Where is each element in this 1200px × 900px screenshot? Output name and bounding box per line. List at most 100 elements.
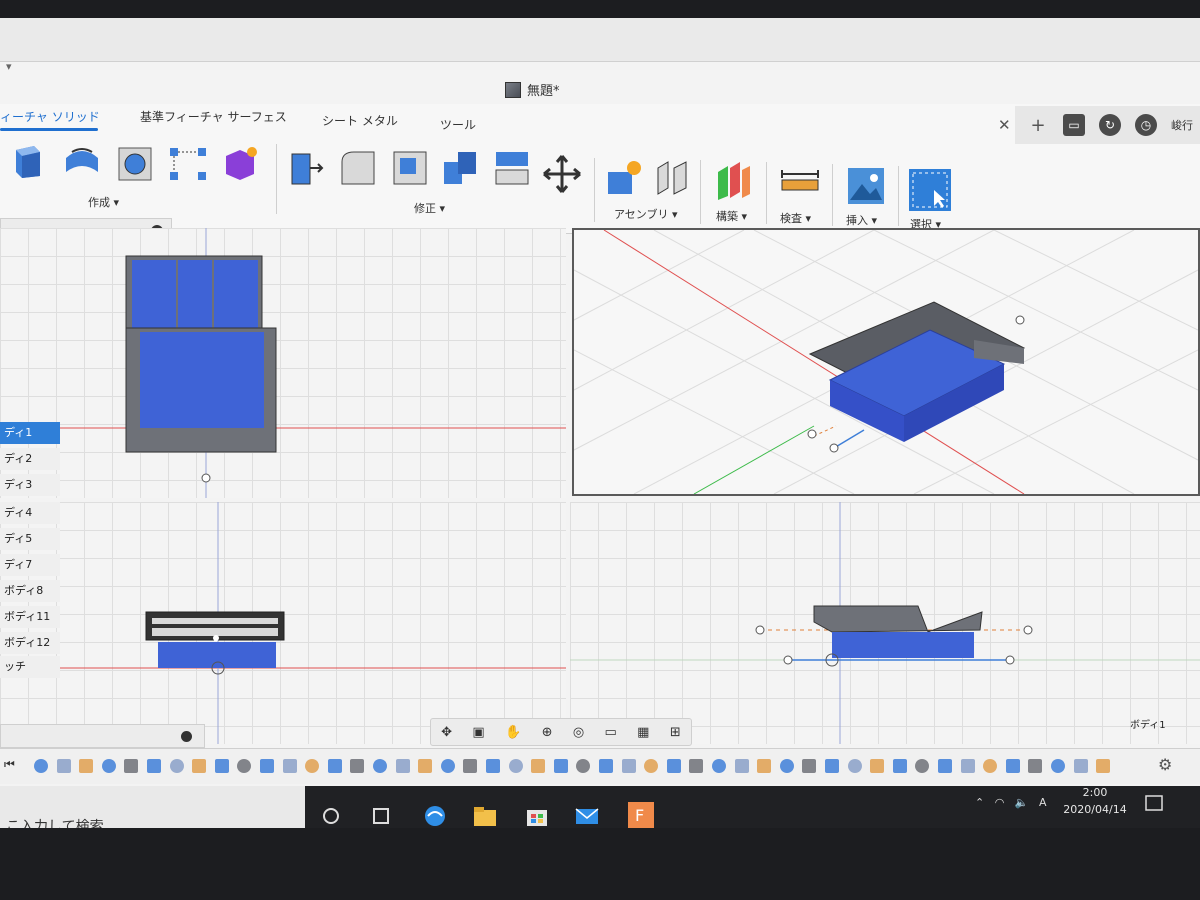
insert-image-icon[interactable] [846,166,886,206]
combine-icon[interactable] [440,148,480,188]
tab-tools[interactable]: ツール [440,116,476,133]
cortana-icon[interactable] [318,804,344,828]
browser-item-body5[interactable]: ディ5 [0,528,60,550]
timeline-feature-icon[interactable] [892,759,907,773]
timeline-feature-icon[interactable] [779,759,794,773]
browser-item-body11[interactable]: ボディ11 [0,606,60,628]
browser-item-body12[interactable]: ボディ12 [0,632,60,654]
comment-icon[interactable]: ▭ [1063,114,1085,136]
user-name[interactable]: 峻行 [1171,117,1193,133]
quick-access-dropdown-icon[interactable]: ▾ [6,60,12,73]
timeline-feature-icon[interactable] [237,759,252,773]
add-icon[interactable]: + [1027,114,1049,136]
timeline-feature-icon[interactable] [101,759,116,773]
select-icon[interactable] [908,168,952,212]
modify-group-label[interactable]: 修正 ▾ [414,200,445,216]
edge-icon[interactable] [422,804,448,828]
ime-icon[interactable]: A [1039,796,1047,809]
close-icon[interactable]: ✕ [998,116,1011,134]
timeline-feature-icon[interactable] [508,759,523,773]
network-icon[interactable]: ◠ [995,796,1005,809]
timeline-settings-gear-icon[interactable]: ⚙ [1158,755,1172,774]
offset-plane-icon[interactable] [714,160,754,200]
orbit-icon[interactable]: ✥ [441,725,452,740]
search-input[interactable]: こ入力して検索 [6,816,104,828]
browser-item-body4[interactable]: ディ4 [0,502,60,524]
timeline-feature-icon[interactable] [440,759,455,773]
add-comment-icon[interactable] [181,731,192,742]
timeline-feature-icon[interactable] [418,759,433,773]
file-explorer-icon[interactable] [472,804,498,828]
pattern-icon[interactable] [168,144,208,184]
timeline-feature-icon[interactable] [983,759,998,773]
browser-item-sketch[interactable]: ッチ [0,656,60,678]
taskbar-clock[interactable]: 2:00 2020/04/14 [1060,786,1130,816]
timeline-feature-icon[interactable] [960,759,975,773]
new-component-icon[interactable] [604,158,644,198]
timeline-feature-icon[interactable] [34,759,48,773]
timeline-feature-icon[interactable] [1073,759,1088,773]
timeline-feature-icon[interactable] [712,759,726,773]
move-icon[interactable] [542,154,582,194]
insert-group-label[interactable]: 挿入 ▾ [846,212,877,228]
pan-icon[interactable]: ✋ [505,725,521,740]
viewport-top[interactable] [0,228,566,498]
timeline-feature-icon[interactable] [1028,759,1043,773]
look-at-icon[interactable]: ▣ [472,725,484,740]
timeline-feature-icon[interactable] [734,759,749,773]
fit-icon[interactable]: ◎ [573,725,584,740]
timeline-feature-icon[interactable] [553,759,568,773]
timeline-feature-icon[interactable] [463,759,478,773]
timeline-feature-icon[interactable] [192,759,207,773]
zoom-icon[interactable]: ⊕ [542,725,553,740]
timeline-feature-icon[interactable] [847,759,862,773]
timeline-start-icon[interactable]: ⏮ [4,757,15,772]
extrude-icon[interactable] [8,140,48,180]
timeline-feature-icon[interactable] [79,759,94,773]
timeline-feature-icon[interactable] [1005,759,1020,773]
timeline-feature-icon[interactable] [870,759,885,773]
taskbar-search[interactable]: こ入力して検索 [0,786,305,828]
timeline-feature-icon[interactable] [825,759,839,773]
timeline-feature-icon[interactable] [147,759,161,773]
fillet-icon[interactable] [338,148,378,188]
timeline-feature-icon[interactable] [327,759,342,773]
fusion360-taskbar-icon[interactable]: F [626,800,656,828]
grid-settings-icon[interactable]: ▦ [637,725,649,740]
notification-icon[interactable] [1142,792,1168,816]
construct-group-label[interactable]: 構築 ▾ [716,208,747,224]
timeline-feature-icon[interactable] [282,759,297,773]
tab-sheet-metal[interactable]: シート メタル [322,112,398,129]
timeline-feature-icon[interactable] [1096,759,1111,773]
volume-icon[interactable]: 🔈 [1015,796,1029,809]
timeline-feature-icon[interactable] [757,759,772,773]
timeline-feature-icon[interactable] [621,759,636,773]
task-view-icon[interactable] [368,804,394,828]
timeline-feature-icon[interactable] [802,759,817,773]
timeline-feature-icon[interactable] [305,759,320,773]
timeline-feature-icon[interactable] [395,759,410,773]
timeline-feature-icon[interactable] [531,759,546,773]
timeline-feature-icon[interactable] [938,759,952,773]
clock-icon[interactable]: ◷ [1135,114,1157,136]
store-icon[interactable] [524,804,550,828]
timeline-feature-icon[interactable] [689,759,704,773]
timeline-feature-icon[interactable] [599,759,613,773]
chamfer-icon[interactable] [390,148,430,188]
viewports-icon[interactable]: ⊞ [670,725,681,740]
tab-solid[interactable]: ィーチャ ソリッド [0,108,100,125]
timeline-feature-icon[interactable] [915,759,930,773]
tab-surface[interactable]: 基準フィーチャ サーフェス [140,108,287,125]
timeline-feature-icon[interactable] [169,759,184,773]
create-group-label[interactable]: 作成 ▾ [88,194,119,210]
timeline-feature-icon[interactable] [486,759,500,773]
timeline-feature-icon[interactable] [576,759,591,773]
create-form-icon[interactable] [220,144,260,184]
timeline-feature-icon[interactable] [350,759,365,773]
joint-icon[interactable] [652,158,692,198]
timeline-feature-icon[interactable] [260,759,274,773]
timeline-feature-icon[interactable] [214,759,229,773]
job-status-icon[interactable]: ↻ [1099,114,1121,136]
viewport-front[interactable] [0,502,566,744]
split-body-icon[interactable] [492,148,532,188]
